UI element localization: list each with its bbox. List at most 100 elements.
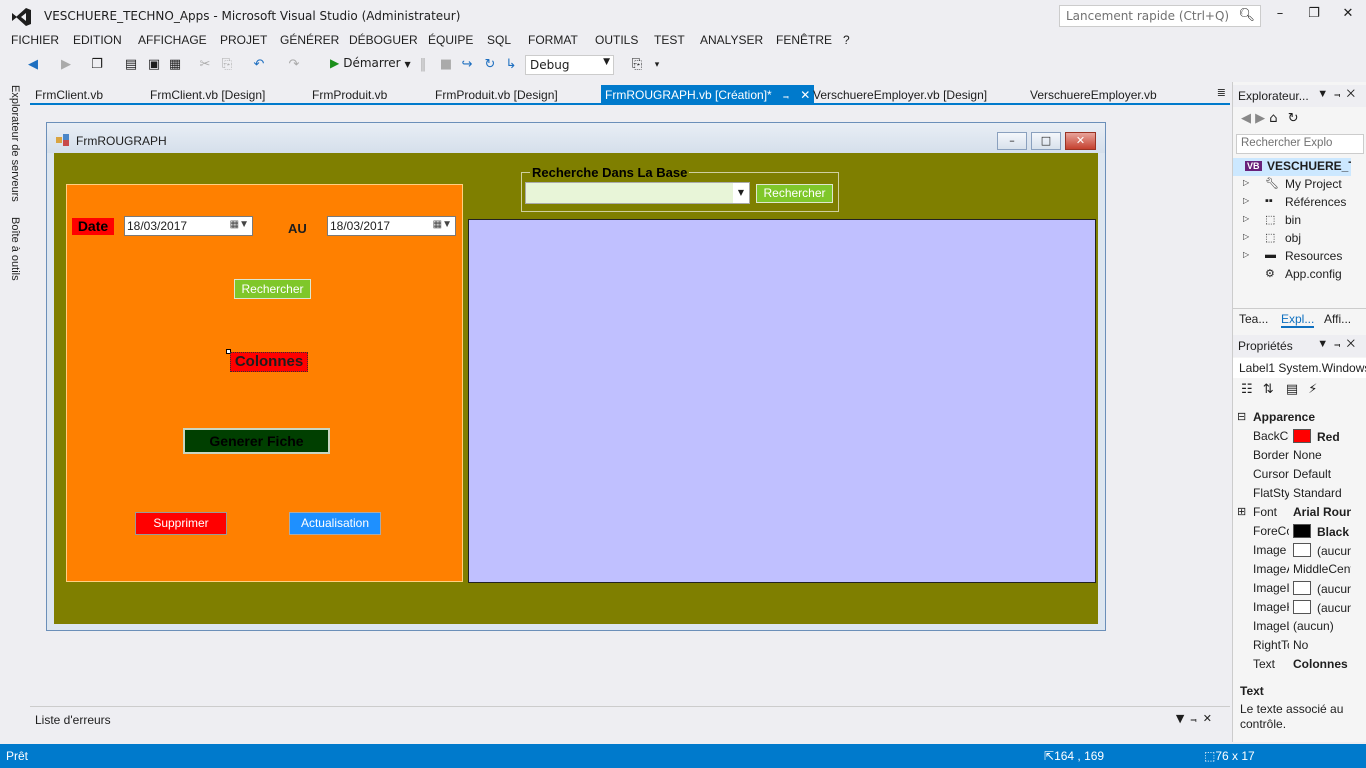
tab-frmproduit[interactable]: FrmProduit.vb xyxy=(312,88,387,102)
tab-solution-explorer[interactable]: Expl... xyxy=(1281,312,1315,328)
prop-value[interactable]: MiddleCenter xyxy=(1293,562,1351,576)
menu-fichier[interactable]: FICHIER xyxy=(11,33,59,47)
prop-row-imagekey[interactable]: ImageKey (aucun) xyxy=(1233,598,1351,617)
prop-row-cursor[interactable]: Cursor Default xyxy=(1233,465,1351,484)
properties-object-select[interactable]: Label1 System.Windows.Forms.Label xyxy=(1233,358,1366,378)
date-label[interactable]: Date xyxy=(72,218,114,235)
error-list-title[interactable]: Liste d'erreurs xyxy=(35,713,111,727)
start-debug-button[interactable]: ▶ Démarrer ▼ xyxy=(330,56,411,74)
tab-frmproduit-design[interactable]: FrmProduit.vb [Design] xyxy=(435,88,558,102)
prop-row-borderstyle[interactable]: BorderStyle None xyxy=(1233,446,1351,465)
forward-icon[interactable]: ▶ xyxy=(1255,111,1265,126)
form-client-area[interactable]: Date 18/03/2017 ▦▼ AU 18/03/2017 ▦▼ Rech… xyxy=(54,153,1098,624)
expand-icon[interactable]: ▷ xyxy=(1243,178,1249,187)
prop-value[interactable]: (aucun) xyxy=(1293,600,1351,615)
menu-affichage[interactable]: AFFICHAGE xyxy=(138,33,207,47)
tree-item-references[interactable]: ▷ ▪▪ Références xyxy=(1233,194,1351,212)
save-all-icon[interactable]: ▦ xyxy=(166,56,184,74)
menu-equipe[interactable]: ÉQUIPE xyxy=(428,33,473,47)
menu-outils[interactable]: OUTILS xyxy=(595,33,638,47)
menu-help[interactable]: ? xyxy=(843,33,850,47)
tab-verschuereemployer[interactable]: VerschuereEmployer.vb xyxy=(1030,88,1157,102)
au-label[interactable]: AU xyxy=(288,221,307,236)
copy-icon[interactable]: ⎘ xyxy=(218,56,236,74)
menu-generer[interactable]: GÉNÉRER xyxy=(280,33,339,47)
redo-icon[interactable]: ↷ xyxy=(285,56,303,74)
alphabetical-icon[interactable]: ⇅ xyxy=(1263,382,1274,397)
cut-icon[interactable]: ✂ xyxy=(196,56,214,74)
solution-root[interactable]: VB VESCHUERE_T xyxy=(1233,158,1351,176)
prop-row-backcolor[interactable]: BackColor Red xyxy=(1233,427,1351,446)
date-from-picker[interactable]: 18/03/2017 ▦▼ xyxy=(124,216,253,236)
tree-item-resources[interactable]: ▷ ▬ Resources xyxy=(1233,248,1351,266)
step-out-icon[interactable]: ↳ xyxy=(502,56,520,74)
expand-icon[interactable]: ⊞ xyxy=(1237,505,1246,518)
prop-value[interactable]: Default xyxy=(1293,467,1331,481)
menu-deboguer[interactable]: DÉBOGUER xyxy=(349,33,418,47)
server-explorer-tab[interactable]: Explorateur de serveurs xyxy=(9,85,21,202)
prop-value[interactable]: Colonnes xyxy=(1293,657,1348,671)
prop-value[interactable]: Arial Rounded xyxy=(1293,505,1351,519)
back-icon[interactable]: ◀ xyxy=(1241,111,1251,126)
data-grid-panel[interactable] xyxy=(468,219,1096,583)
filter-panel[interactable]: Date 18/03/2017 ▦▼ AU 18/03/2017 ▦▼ Rech… xyxy=(66,184,463,582)
prop-row-flatstyle[interactable]: FlatStyle Standard xyxy=(1233,484,1351,503)
expand-icon[interactable]: ▷ xyxy=(1243,196,1249,205)
tree-item-bin[interactable]: ▷ ⬚ bin xyxy=(1233,212,1351,230)
menu-sql[interactable]: SQL xyxy=(487,33,511,47)
collapse-icon[interactable]: ⊟ xyxy=(1237,410,1246,423)
prop-row-image[interactable]: Image (aucun) xyxy=(1233,541,1351,560)
back-icon[interactable]: ◀ xyxy=(24,56,42,74)
prop-value[interactable]: None xyxy=(1293,448,1322,462)
tab-overflow-icon[interactable]: ≣ xyxy=(1217,86,1226,99)
step-into-icon[interactable]: ↻ xyxy=(481,56,499,74)
prop-row-forecolor[interactable]: ForeColor Black xyxy=(1233,522,1351,541)
expand-icon[interactable]: ▷ xyxy=(1243,214,1249,223)
sync-icon[interactable]: ↻ xyxy=(1288,111,1299,126)
prop-row-imageindex[interactable]: ImageIndex (aucun) xyxy=(1233,579,1351,598)
find-in-files-icon[interactable]: ⎘ xyxy=(628,56,646,74)
tab-frmclient[interactable]: FrmClient.vb xyxy=(35,88,103,102)
panel-controls[interactable]: ▼⫬✕ xyxy=(1317,88,1361,101)
close-tab-icon[interactable]: ✕ xyxy=(800,88,810,102)
tab-frmrougraph-design[interactable]: FrmROUGRAPH.vb [Création]* ⫬ ✕ xyxy=(601,85,815,105)
prop-value[interactable]: (aucun) xyxy=(1293,581,1351,596)
tree-item-app-config[interactable]: ⚙ App.config xyxy=(1233,266,1351,284)
generate-sheet-button[interactable]: Generer Fiche xyxy=(183,428,330,454)
prop-row-righttoleft[interactable]: RightToLeft No xyxy=(1233,636,1351,655)
menu-edition[interactable]: EDITION xyxy=(73,33,122,47)
form-window[interactable]: FrmROUGRAPH – □ ✕ Date 18/03/2017 ▦▼ AU … xyxy=(46,122,1106,631)
prop-value[interactable]: No xyxy=(1293,638,1308,652)
forward-icon[interactable]: ▶ xyxy=(57,56,75,74)
expand-icon[interactable]: ▷ xyxy=(1243,250,1249,259)
toolbox-tab[interactable]: Boîte à outils xyxy=(9,217,21,281)
close-icon[interactable]: ✕ xyxy=(1336,6,1360,26)
prop-row-imagealign[interactable]: ImageAlign MiddleCenter xyxy=(1233,560,1351,579)
open-file-icon[interactable]: ▤ xyxy=(122,56,140,74)
prop-row-font[interactable]: ⊞ Font Arial Rounded xyxy=(1233,503,1351,522)
step-icon[interactable]: ↪ xyxy=(458,56,476,74)
tree-item-obj[interactable]: ▷ ⬚ obj xyxy=(1233,230,1351,248)
solution-explorer-search[interactable]: Rechercher Explo xyxy=(1236,134,1364,154)
prop-value[interactable]: (aucun) xyxy=(1293,619,1334,633)
minimize-icon[interactable]: – xyxy=(1268,6,1292,26)
prop-row-imagelist[interactable]: ImageList (aucun) xyxy=(1233,617,1351,636)
refresh-button[interactable]: Actualisation xyxy=(289,512,381,535)
expand-icon[interactable]: ▷ xyxy=(1243,232,1249,241)
home-icon[interactable]: ⌂ xyxy=(1269,111,1277,126)
database-search-group[interactable]: Recherche Dans La Base ▼ Rechercher xyxy=(521,165,839,212)
prop-value[interactable]: (aucun) xyxy=(1293,543,1351,558)
panel-controls[interactable]: ▼⫬✕ xyxy=(1176,712,1218,726)
categorized-icon[interactable]: ☷ xyxy=(1241,382,1253,397)
menu-test[interactable]: TEST xyxy=(654,33,685,47)
properties-icon[interactable]: ▤ xyxy=(1286,382,1298,397)
stop-icon[interactable]: ■ xyxy=(437,56,455,74)
delete-button[interactable]: Supprimer xyxy=(135,512,227,535)
menu-projet[interactable]: PROJET xyxy=(220,33,267,47)
quick-launch-input[interactable]: Lancement rapide (Ctrl+Q) 🔍︎ xyxy=(1059,5,1261,27)
undo-icon[interactable]: ↶ xyxy=(250,56,268,74)
panel-controls[interactable]: ▼⫬✕ xyxy=(1317,338,1361,351)
search-date-button[interactable]: Rechercher xyxy=(234,279,311,299)
maximize-icon[interactable]: ❐ xyxy=(1302,6,1326,26)
menu-analyser[interactable]: ANALYSER xyxy=(700,33,763,47)
